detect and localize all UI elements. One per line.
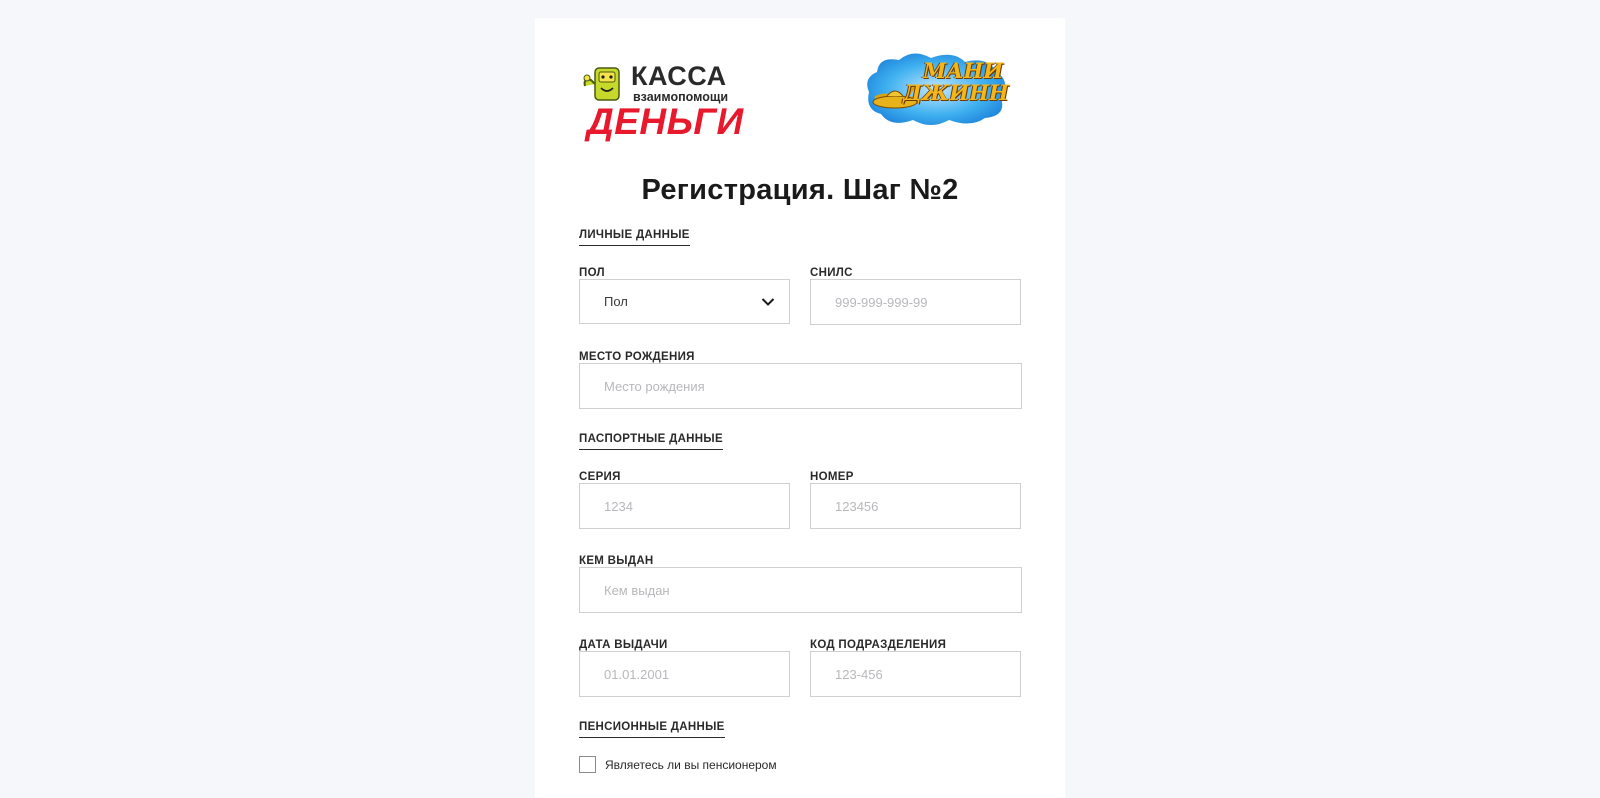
series-placeholder: 1234 [604,498,633,514]
series-label: СЕРИЯ [579,471,621,483]
number-placeholder: 123456 [835,498,879,514]
logo-kassa-text: КАССА [631,61,727,91]
issued-by-placeholder: Кем выдан [604,582,670,598]
pensioner-checkbox[interactable] [579,756,596,773]
birthplace-input[interactable]: Место рождения [579,363,1022,409]
logo-dzhinn-text: ДЖИНН [903,80,1009,105]
dept-code-input[interactable]: 123-456 [810,651,1021,697]
issue-date-label: ДАТА ВЫДАЧИ [579,639,668,651]
snils-placeholder: 999-999-999-99 [835,294,928,310]
birthplace-label: МЕСТО РОЖДЕНИЯ [579,351,695,363]
wallet-mascot-icon [583,67,620,101]
snils-label: СНИЛС [810,267,853,279]
birthplace-placeholder: Место рождения [604,378,705,394]
registration-card: КАССА взаимопомощи ДЕНЬГИ МАНИ ДЖИНН Рег… [535,18,1065,798]
dept-code-label: КОД ПОДРАЗДЕЛЕНИЯ [810,639,947,651]
gender-select[interactable]: Пол [579,279,790,324]
logo-mani-text: МАНИ [923,58,1004,83]
issue-date-input[interactable]: 01.01.2001 [579,651,790,697]
kassa-dengi-logo: КАССА взаимопомощи ДЕНЬГИ [579,56,743,148]
number-input[interactable]: 123456 [810,483,1021,529]
section-passport-data: ПАСПОРТНЫЕ ДАННЫЕ [579,433,723,450]
logos-area: КАССА взаимопомощи ДЕНЬГИ МАНИ ДЖИНН [579,48,1021,158]
mani-dzhinn-logo: МАНИ ДЖИНН [861,48,1011,128]
number-label: НОМЕР [810,471,854,483]
snils-input[interactable]: 999-999-999-99 [810,279,1021,325]
pensioner-checkbox-row[interactable]: Являетесь ли вы пенсионером [579,756,777,773]
issued-by-label: КЕМ ВЫДАН [579,555,654,567]
series-input[interactable]: 1234 [579,483,790,529]
issued-by-input[interactable]: Кем выдан [579,567,1022,613]
dept-code-placeholder: 123-456 [835,666,883,682]
section-personal-data: ЛИЧНЫЕ ДАННЫЕ [579,229,690,246]
gender-select-value: Пол [604,294,628,309]
pensioner-checkbox-label[interactable]: Являетесь ли вы пенсионером [605,758,777,772]
gender-label: ПОЛ [579,267,605,279]
logo-dengi-text: ДЕНЬГИ [587,101,744,142]
chevron-down-icon [761,297,775,306]
section-pension-data: ПЕНСИОННЫЕ ДАННЫЕ [579,721,725,738]
page-title: Регистрация. Шаг №2 [641,174,959,206]
issue-date-placeholder: 01.01.2001 [604,666,670,682]
